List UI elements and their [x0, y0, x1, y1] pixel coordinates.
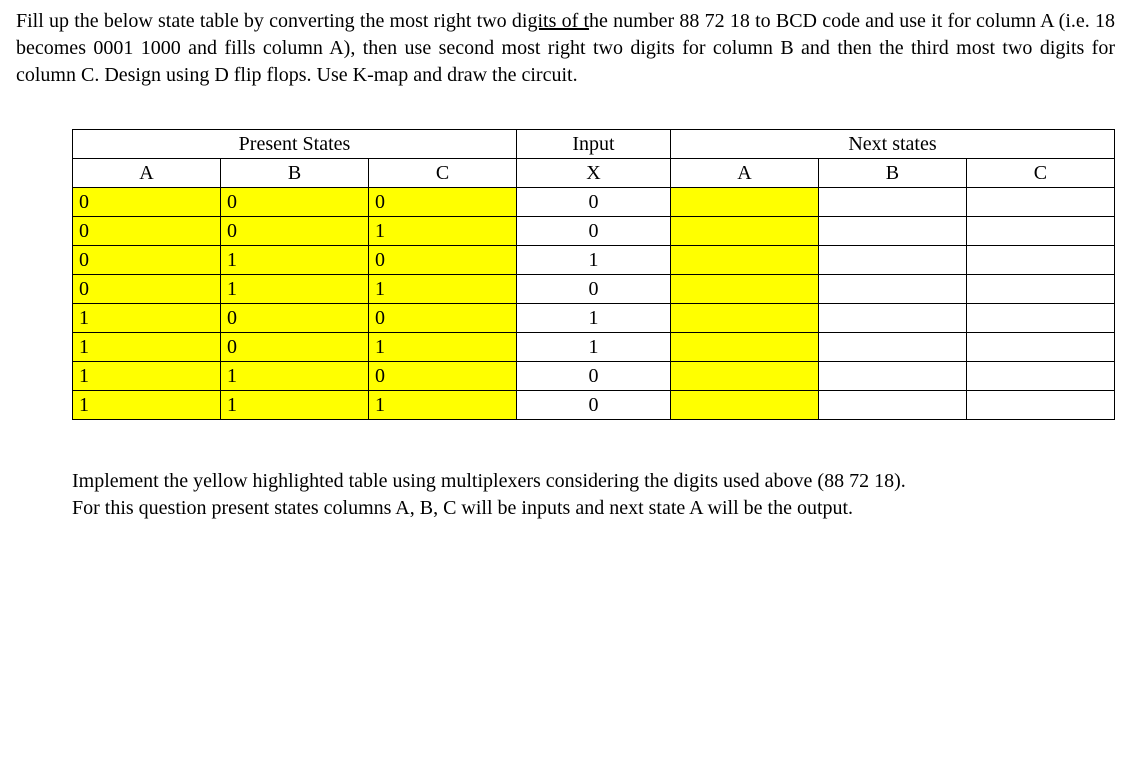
- cell-X: 1: [517, 333, 671, 362]
- table-row: 0 0 1 0: [73, 217, 1115, 246]
- cell-C: 1: [369, 391, 517, 420]
- cell-B: 1: [221, 362, 369, 391]
- cell-C: 1: [369, 275, 517, 304]
- cell-next-C: [966, 391, 1114, 420]
- cell-next-A: [670, 362, 818, 391]
- header-columns-row: A B C X A B C: [73, 159, 1115, 188]
- cell-X: 1: [517, 246, 671, 275]
- cell-A: 0: [73, 217, 221, 246]
- problem-intro: Fill up the below state table by convert…: [16, 8, 1115, 89]
- cell-X: 0: [517, 217, 671, 246]
- cell-next-B: [818, 188, 966, 217]
- intro-underlined: gits of t: [527, 10, 589, 32]
- cell-next-B: [818, 333, 966, 362]
- cell-next-A: [670, 333, 818, 362]
- next-states-header: Next states: [670, 130, 1114, 159]
- cell-next-A: [670, 275, 818, 304]
- col-header-next-A: A: [670, 159, 818, 188]
- cell-A: 0: [73, 246, 221, 275]
- cell-A: 0: [73, 275, 221, 304]
- cell-B: 1: [221, 391, 369, 420]
- table-row: 1 1 0 0: [73, 362, 1115, 391]
- header-group-row: Present States Input Next states: [73, 130, 1115, 159]
- cell-C: 0: [369, 362, 517, 391]
- cell-next-B: [818, 391, 966, 420]
- table-row: 0 1 0 1: [73, 246, 1115, 275]
- cell-next-C: [966, 333, 1114, 362]
- cell-A: 1: [73, 304, 221, 333]
- cell-next-C: [966, 217, 1114, 246]
- input-header: Input: [517, 130, 671, 159]
- state-table: Present States Input Next states A B C X…: [72, 129, 1115, 420]
- cell-X: 0: [517, 362, 671, 391]
- col-header-B: B: [221, 159, 369, 188]
- cell-B: 1: [221, 275, 369, 304]
- cell-A: 1: [73, 333, 221, 362]
- cell-B: 0: [221, 333, 369, 362]
- col-header-C: C: [369, 159, 517, 188]
- cell-next-B: [818, 275, 966, 304]
- col-header-X: X: [517, 159, 671, 188]
- cell-C: 1: [369, 333, 517, 362]
- cell-A: 0: [73, 188, 221, 217]
- cell-next-C: [966, 304, 1114, 333]
- cell-next-B: [818, 304, 966, 333]
- cell-next-A: [670, 391, 818, 420]
- table-row: 0 1 1 0: [73, 275, 1115, 304]
- cell-next-C: [966, 188, 1114, 217]
- table-row: 1 0 0 1: [73, 304, 1115, 333]
- cell-C: 0: [369, 246, 517, 275]
- cell-next-C: [966, 362, 1114, 391]
- cell-B: 0: [221, 188, 369, 217]
- cell-next-B: [818, 217, 966, 246]
- outro-p2: For this question present states columns…: [72, 495, 1083, 522]
- cell-C: 1: [369, 217, 517, 246]
- cell-X: 0: [517, 275, 671, 304]
- col-header-next-B: B: [818, 159, 966, 188]
- cell-next-C: [966, 275, 1114, 304]
- table-row: 1 1 1 0: [73, 391, 1115, 420]
- col-header-next-C: C: [966, 159, 1114, 188]
- cell-A: 1: [73, 362, 221, 391]
- cell-A: 1: [73, 391, 221, 420]
- cell-next-A: [670, 246, 818, 275]
- cell-next-B: [818, 246, 966, 275]
- problem-outro: Implement the yellow highlighted table u…: [72, 468, 1083, 522]
- cell-X: 0: [517, 391, 671, 420]
- cell-next-C: [966, 246, 1114, 275]
- cell-next-A: [670, 217, 818, 246]
- table-row: 1 0 1 1: [73, 333, 1115, 362]
- cell-X: 1: [517, 304, 671, 333]
- table-row: 0 0 0 0: [73, 188, 1115, 217]
- cell-next-B: [818, 362, 966, 391]
- cell-next-A: [670, 188, 818, 217]
- cell-next-A: [670, 304, 818, 333]
- outro-p1: Implement the yellow highlighted table u…: [72, 468, 1083, 495]
- cell-B: 1: [221, 246, 369, 275]
- cell-X: 0: [517, 188, 671, 217]
- present-states-header: Present States: [73, 130, 517, 159]
- intro-seg1: Fill up the below state table by convert…: [16, 10, 527, 32]
- cell-B: 0: [221, 217, 369, 246]
- cell-C: 0: [369, 188, 517, 217]
- cell-B: 0: [221, 304, 369, 333]
- state-table-wrap: Present States Input Next states A B C X…: [72, 129, 1115, 420]
- col-header-A: A: [73, 159, 221, 188]
- cell-C: 0: [369, 304, 517, 333]
